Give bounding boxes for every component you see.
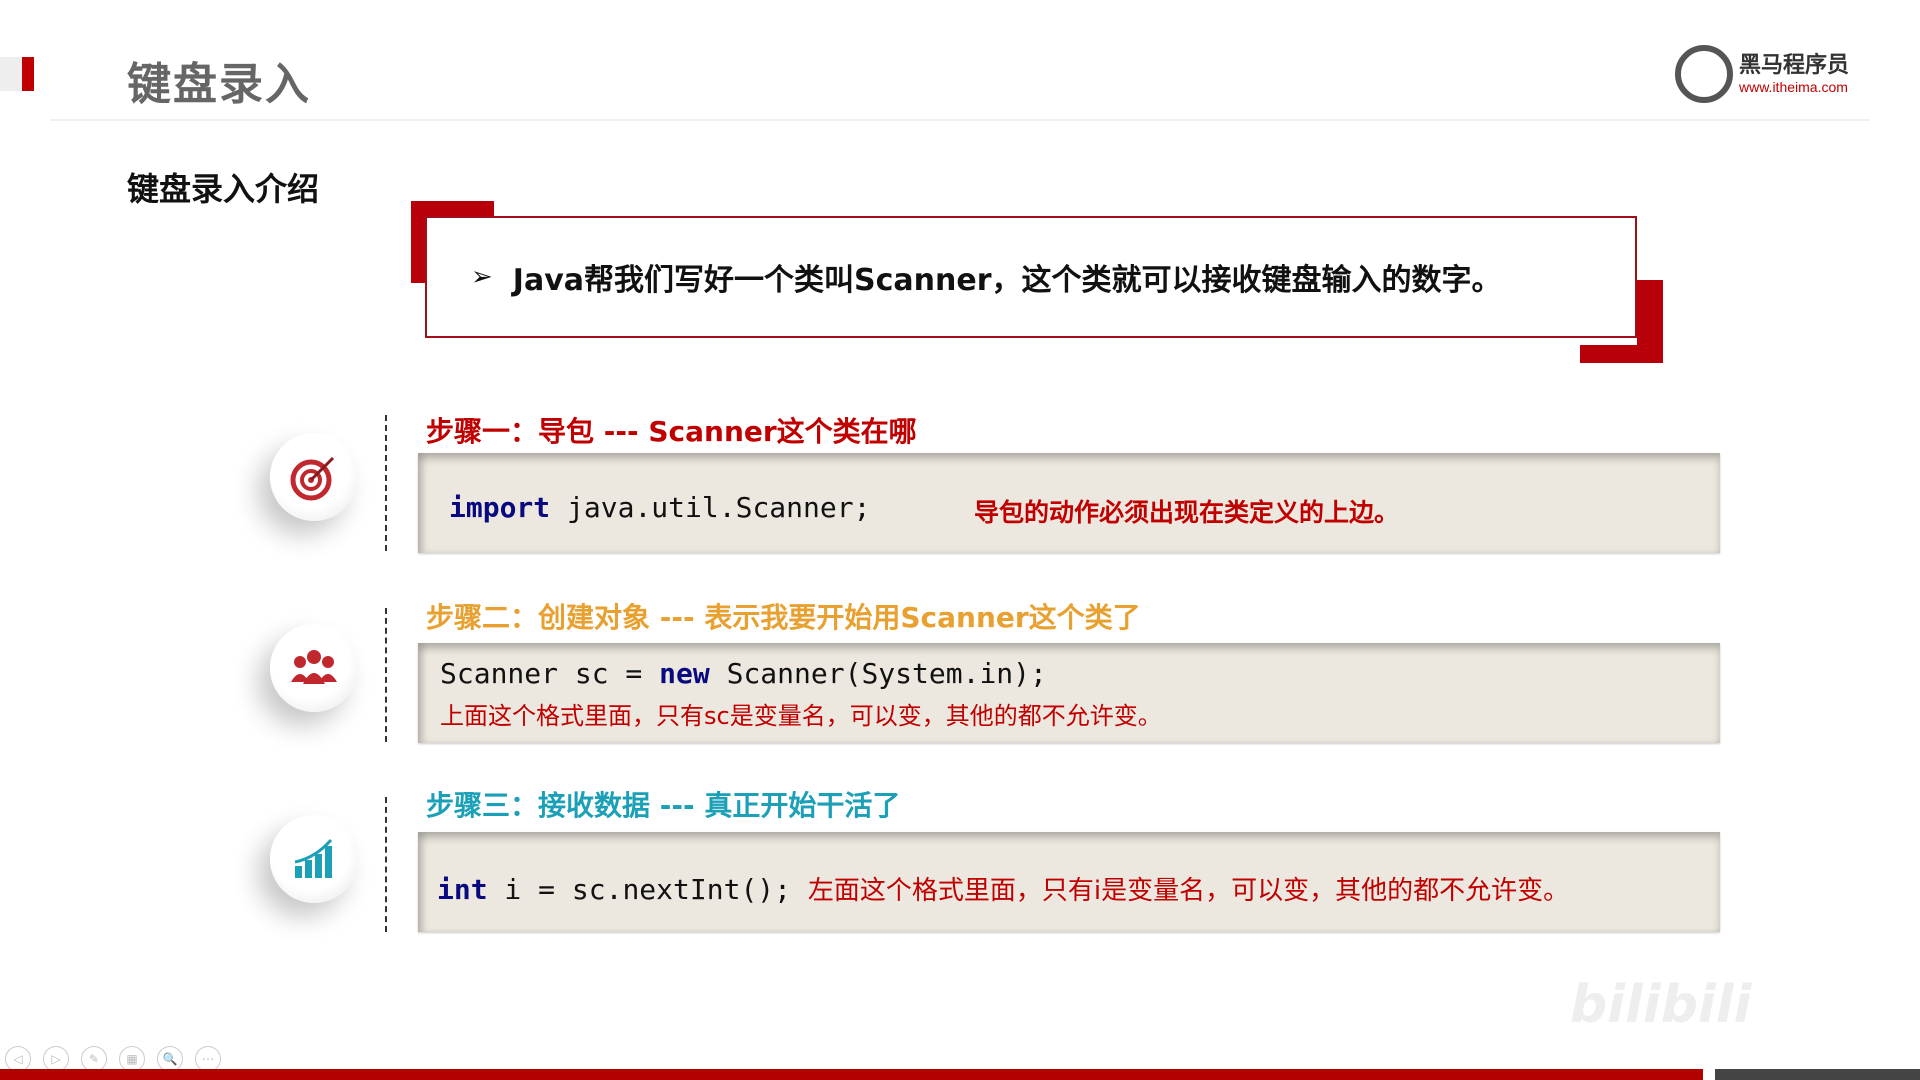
code-text: Scanner sc = <box>440 657 660 690</box>
code-note: 上面这个格式里面，只有sc是变量名，可以变，其他的都不允许变。 <box>440 702 1162 730</box>
header-divider <box>50 119 1870 121</box>
growth-chart-icon <box>270 815 358 903</box>
team-icon <box>270 624 358 712</box>
logo: 黑马程序员 www.itheima.com <box>1675 44 1875 104</box>
horse-logo-icon <box>1675 45 1733 103</box>
code-text: Scanner(System.in); <box>709 657 1047 690</box>
slide-marker <box>22 57 34 91</box>
step-2-heading: 步骤二：创建对象 --- 表示我要开始用Scanner这个类了 <box>426 601 1141 634</box>
slide-marker-bg <box>0 57 22 91</box>
section-title: 键盘录入介绍 <box>127 170 320 208</box>
code-box-3: int i = sc.nextInt(); 左面这个格式里面，只有i是变量名，可… <box>418 832 1720 932</box>
page-title: 键盘录入 <box>127 59 311 110</box>
code-keyword: int <box>437 873 488 906</box>
dashed-divider <box>385 797 387 932</box>
code-keyword: new <box>659 657 710 690</box>
footer-bar-dark <box>1715 1069 1920 1080</box>
callout-text: Java帮我们写好一个类叫Scanner，这个类就可以接收键盘输入的数字。 <box>512 263 1502 298</box>
code-box-1: import java.util.Scanner; 导包的动作必须出现在类定义的… <box>418 453 1720 553</box>
bullet-arrow-icon: ➢ <box>471 262 493 292</box>
step-3-heading: 步骤三：接收数据 --- 真正开始干活了 <box>426 789 901 822</box>
callout-box: ➢ Java帮我们写好一个类叫Scanner，这个类就可以接收键盘输入的数字。 <box>425 216 1637 338</box>
code-note: 左面这个格式里面，只有i是变量名，可以变，其他的都不允许变。 <box>807 876 1570 906</box>
code-text: i = sc.nextInt(); <box>487 873 808 906</box>
logo-brand: 黑马程序员 <box>1739 53 1850 78</box>
dashed-divider <box>385 608 387 742</box>
code-box-2: Scanner sc = new Scanner(System.in); 上面这… <box>418 643 1720 743</box>
bilibili-watermark: bilibili <box>1570 975 1752 1035</box>
logo-url: www.itheima.com <box>1739 79 1848 95</box>
dashed-divider <box>385 415 387 551</box>
target-icon <box>270 433 358 521</box>
code-keyword: import <box>449 491 551 524</box>
code-note: 导包的动作必须出现在类定义的上边。 <box>974 498 1400 527</box>
corner-decoration <box>1637 280 1663 363</box>
step-1-heading: 步骤一：导包 --- Scanner这个类在哪 <box>426 415 917 448</box>
footer-bar <box>0 1069 1703 1080</box>
code-text: java.util.Scanner; <box>550 491 871 524</box>
